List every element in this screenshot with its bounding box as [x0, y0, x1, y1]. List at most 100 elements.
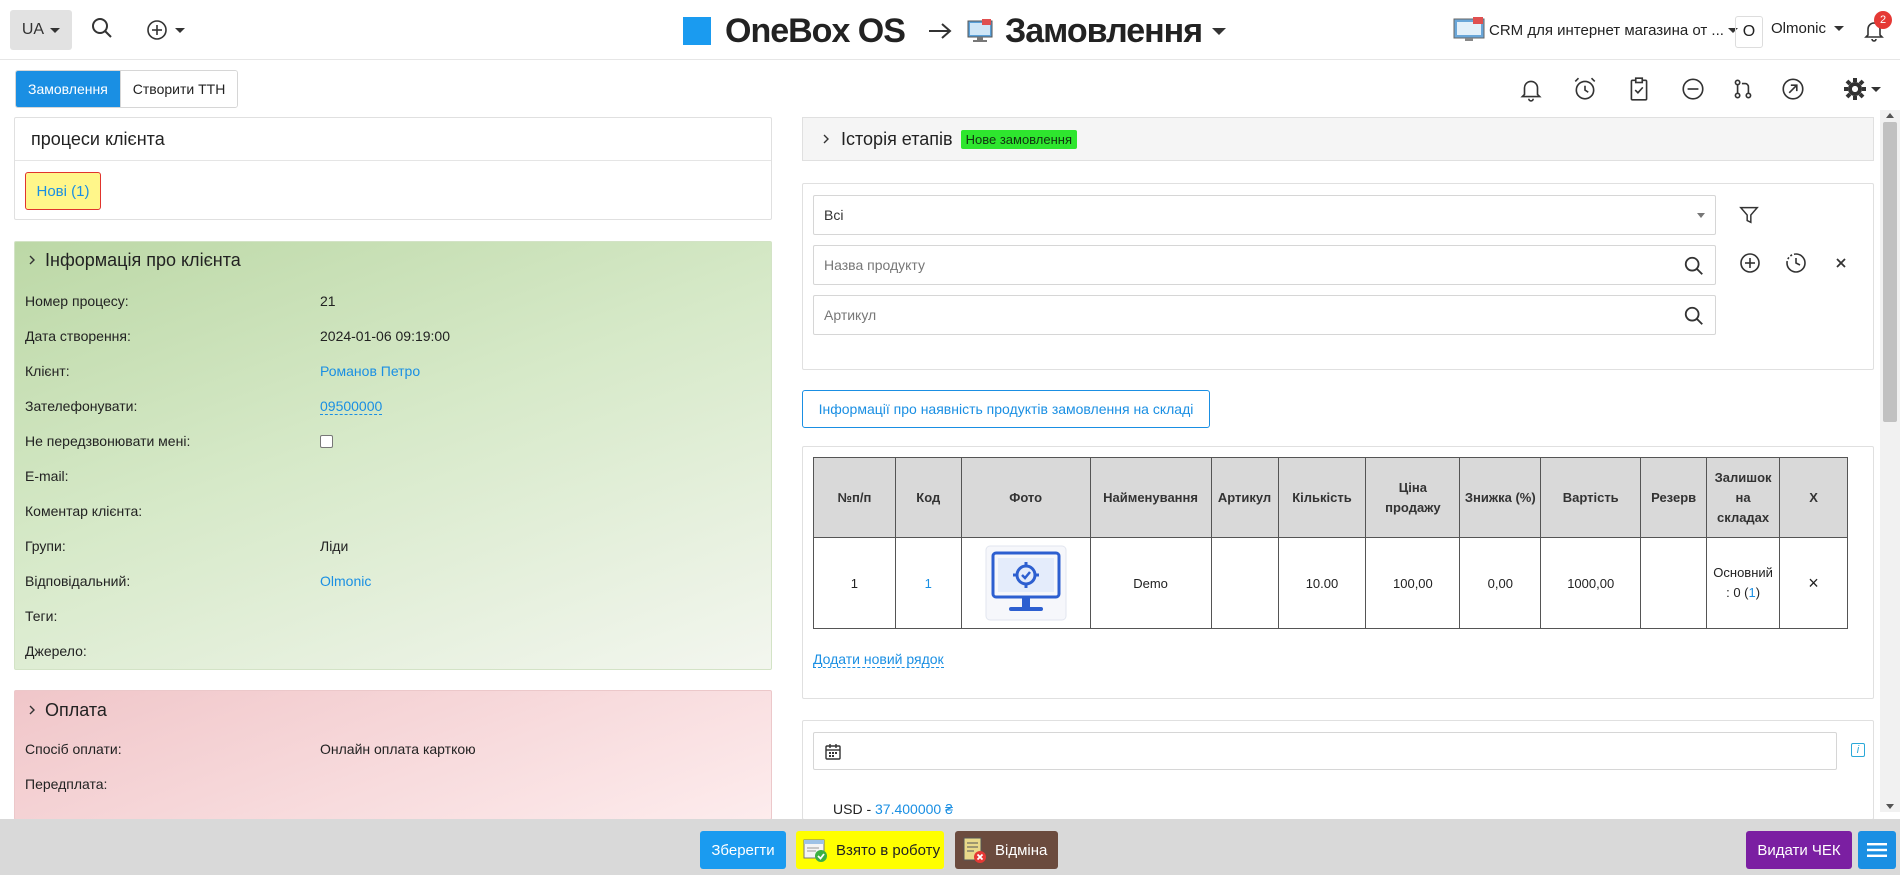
date-currency-panel: i USD - 37.400000 ₴ — [802, 720, 1874, 820]
field-label: Джерело: — [25, 643, 87, 659]
merge-icon[interactable] — [1730, 76, 1756, 102]
bell-icon[interactable] — [1518, 76, 1544, 102]
stage-badge: Нове замовлення — [960, 129, 1077, 149]
hamburger-menu-button[interactable] — [1858, 831, 1896, 869]
client-info-panel: Інформація про клієнта Номер процесу: 21… — [14, 241, 772, 670]
col-code: Код — [894, 457, 962, 538]
field-label: Коментар клієнта: — [25, 503, 143, 519]
product-stock: Основний : 0 (1) — [1706, 537, 1781, 629]
crm-logo-icon — [1453, 17, 1485, 41]
new-processes-button[interactable]: Нові (1) — [25, 172, 101, 210]
brand-name[interactable]: OneBox OS — [725, 12, 906, 51]
field-label: E-mail: — [25, 468, 69, 484]
field-label: Не передзвонювати мені: — [25, 433, 191, 449]
chevron-down-icon — [175, 27, 185, 33]
add-menu-button[interactable] — [145, 16, 191, 44]
chevron-down-icon[interactable] — [1212, 27, 1227, 35]
search-icon[interactable] — [90, 16, 118, 44]
status-select-value: Всі — [824, 207, 844, 223]
scroll-thumb[interactable] — [1883, 122, 1897, 422]
scroll-down-icon[interactable] — [1886, 804, 1894, 809]
tab-orders[interactable]: Замовлення — [16, 71, 120, 107]
language-select[interactable]: UA — [10, 10, 72, 50]
product-discount[interactable]: 0,00 — [1459, 537, 1542, 629]
chevron-right-icon — [29, 255, 35, 265]
settings-menu[interactable] — [1843, 76, 1887, 102]
remove-row-button[interactable]: × — [1779, 537, 1848, 629]
language-label: UA — [21, 21, 45, 38]
payment-panel: Оплата Спосіб оплати: Онлайн оплата карт… — [14, 690, 772, 820]
client-info-header[interactable]: Інформація про клієнта — [15, 242, 771, 278]
product-name-placeholder: Назва продукту — [824, 257, 925, 273]
user-avatar[interactable]: O — [1735, 16, 1763, 48]
field-label: Спосіб оплати: — [25, 741, 122, 757]
product-filter-panel: Всі Назва продукту Артикул — [802, 183, 1874, 370]
info-icon[interactable]: i — [1851, 743, 1865, 757]
product-article — [1210, 537, 1279, 629]
cancel-button[interactable]: Відміна — [955, 831, 1058, 869]
save-button[interactable]: Зберегти — [700, 831, 786, 869]
chevron-down-icon — [1871, 86, 1881, 92]
scroll-up-icon[interactable] — [1886, 113, 1894, 118]
article-input[interactable]: Артикул — [813, 295, 1716, 335]
stock-suffix: ) — [1755, 585, 1761, 600]
date-input[interactable] — [813, 732, 1837, 770]
plus-circle-icon[interactable] — [1738, 251, 1762, 275]
notification-count-badge: 2 — [1874, 11, 1892, 29]
product-code-link[interactable]: 1 — [925, 576, 932, 591]
arrow-up-right-circle-icon[interactable] — [1780, 76, 1806, 102]
field-label: Дата створення: — [25, 328, 131, 344]
history-clock-icon[interactable] — [1784, 251, 1808, 275]
order-products-panel: №п/п Код Фото Найменування Артикул Кільк… — [802, 446, 1874, 699]
module-title[interactable]: Замовлення — [1005, 12, 1203, 51]
row-number: 1 — [813, 537, 896, 629]
status-select[interactable]: Всі — [813, 195, 1716, 235]
brand-breadcrumb: OneBox OS Замовлення — [683, 10, 1227, 52]
task-accepted-icon — [803, 839, 827, 862]
chevron-right-icon — [823, 134, 829, 144]
clipboard-check-icon[interactable] — [1626, 76, 1652, 102]
page-scrollbar[interactable] — [1880, 110, 1900, 812]
stage-history-panel[interactable]: Історія етапів Нове замовлення — [802, 117, 1874, 161]
chevron-right-icon — [29, 705, 35, 715]
info-row-tags: Теги: — [25, 608, 765, 628]
field-label: Зателефонувати: — [25, 398, 138, 414]
search-icon[interactable] — [1683, 305, 1705, 327]
issue-cheque-button[interactable]: Видати ЧЕК — [1746, 831, 1852, 869]
product-name: Demo — [1089, 537, 1212, 629]
search-icon[interactable] — [1683, 255, 1705, 277]
currency-rate-link[interactable]: 37.400000 ₴ — [875, 801, 953, 817]
stock-link[interactable]: 1 — [1749, 585, 1756, 600]
user-name: Olmonic — [1771, 20, 1827, 37]
arrow-right-icon — [928, 23, 952, 39]
col-name: Найменування — [1089, 457, 1212, 538]
crm-select-label: CRM для интернет магазина от ... — [1489, 21, 1724, 39]
stock-prefix: Основний : 0 ( — [1713, 565, 1773, 600]
product-quantity[interactable]: 10.00 — [1277, 537, 1367, 629]
in-work-button[interactable]: Взято в роботу — [796, 831, 944, 869]
stock-info-button[interactable]: Інформації про наявність продуктів замов… — [802, 390, 1210, 428]
monitor-icon — [967, 19, 993, 42]
phone-link[interactable]: 09500000 — [320, 398, 383, 415]
product-name-input[interactable]: Назва продукту — [813, 245, 1716, 285]
field-label: Відповідальний: — [25, 573, 131, 589]
tab-create-ttn[interactable]: Створити ТТН — [119, 71, 238, 107]
do-not-call-checkbox[interactable] — [320, 435, 333, 448]
client-name-link[interactable]: Романов Петро — [320, 363, 420, 379]
product-photo-monitor-icon[interactable] — [985, 545, 1067, 621]
product-price[interactable]: 100,00 — [1365, 537, 1461, 629]
minus-circle-icon[interactable] — [1680, 76, 1706, 102]
alarm-clock-icon[interactable] — [1572, 76, 1598, 102]
user-menu[interactable]: Olmonic — [1771, 20, 1845, 37]
client-info-title: Інформація про клієнта — [45, 249, 241, 270]
field-label: Групи: — [25, 538, 66, 554]
info-row-comment: Коментар клієнта: — [25, 503, 765, 523]
responsible-link[interactable]: Olmonic — [320, 573, 371, 589]
plus-circle-icon — [147, 20, 167, 40]
close-icon[interactable] — [1833, 255, 1849, 271]
crm-select[interactable]: CRM для интернет магазина от ... — [1453, 16, 1738, 44]
filter-icon[interactable] — [1738, 204, 1760, 226]
add-row-link[interactable]: Додати новий рядок — [813, 651, 944, 668]
payment-header[interactable]: Оплата — [15, 691, 771, 729]
pay-row-prepayment: Передплата: — [25, 776, 765, 796]
